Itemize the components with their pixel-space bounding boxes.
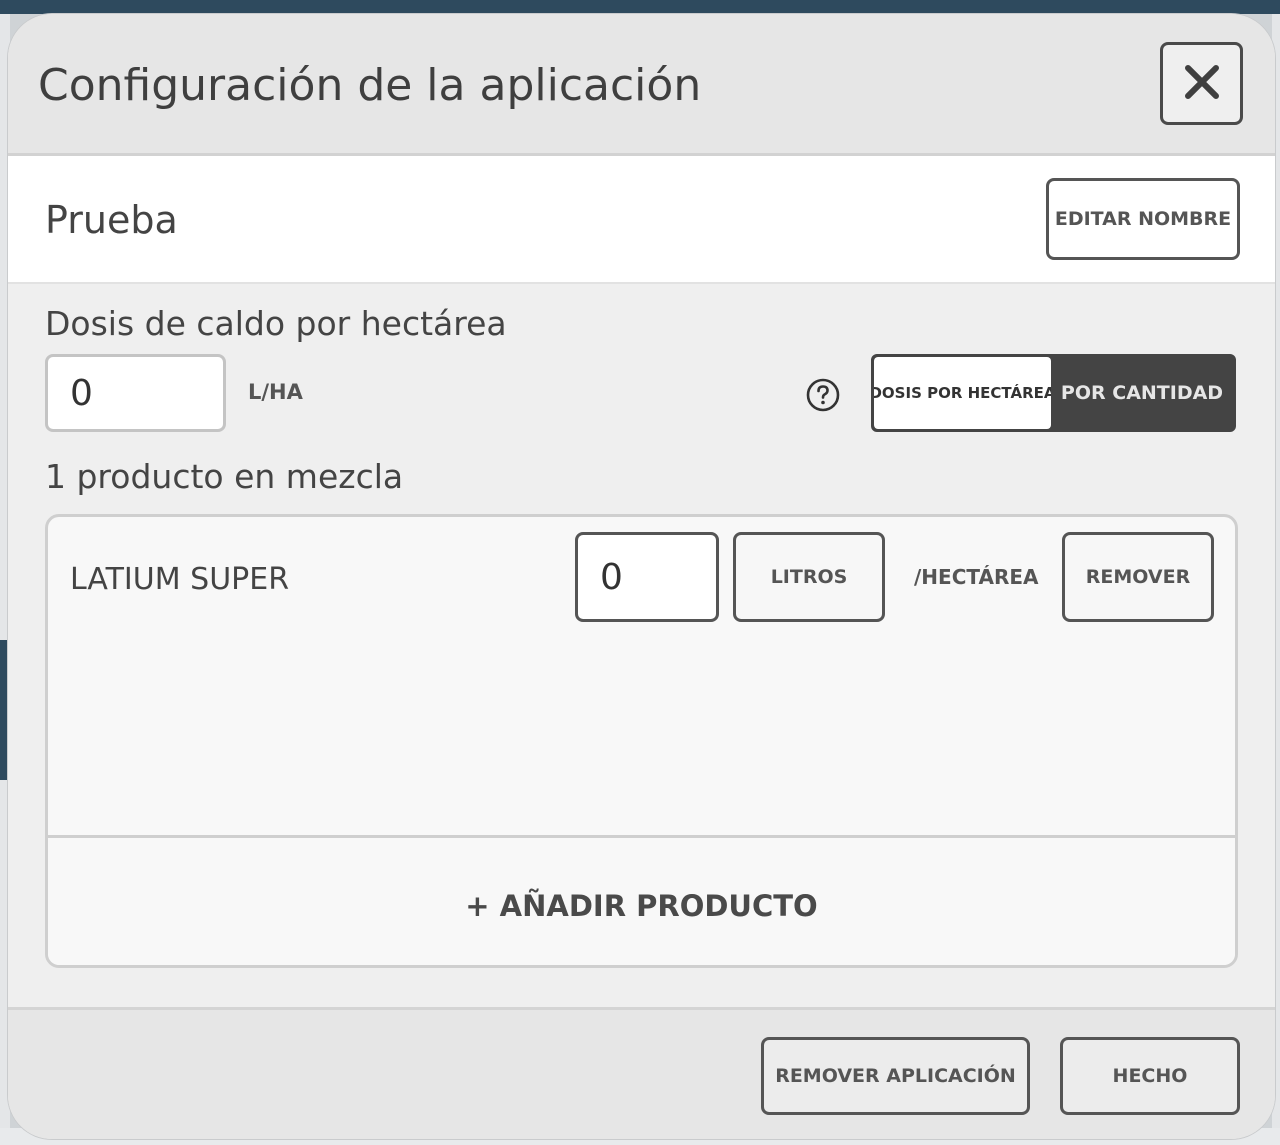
dose-label: Dosis de caldo por hectárea: [45, 304, 507, 343]
application-name-row: Prueba EDITAR NOMBRE: [8, 156, 1275, 284]
background-app-topbar: [0, 0, 1280, 14]
remove-product-button[interactable]: REMOVER: [1062, 532, 1214, 622]
remove-application-button[interactable]: REMOVER APLICACIÓN: [761, 1037, 1030, 1115]
toggle-option-dose-per-hectare[interactable]: DOSIS POR HECTÁREA: [874, 357, 1056, 429]
product-name: LATIUM SUPER: [70, 562, 290, 597]
application-name: Prueba: [45, 198, 178, 242]
modal-title: Configuración de la aplicación: [38, 60, 702, 111]
product-mix-panel: LATIUM SUPER 0 LITROS /HECTÁREA REMOVER …: [45, 514, 1238, 968]
dose-mode-toggle: DOSIS POR HECTÁREA POR CANTIDAD: [871, 354, 1236, 432]
add-product-button[interactable]: + AÑADIR PRODUCTO: [48, 835, 1235, 965]
edit-name-button[interactable]: EDITAR NOMBRE: [1046, 178, 1240, 260]
close-button[interactable]: [1160, 42, 1243, 125]
application-settings-modal: Configuración de la aplicación Prueba ED…: [8, 14, 1275, 1139]
toggle-option-by-quantity[interactable]: POR CANTIDAD: [1051, 357, 1233, 429]
close-icon: [1184, 64, 1220, 104]
modal-footer: REMOVER APLICACIÓN HECHO: [8, 1007, 1275, 1139]
dose-input[interactable]: 0: [45, 354, 226, 432]
product-per-unit-label: /HECTÁREA: [914, 565, 1039, 589]
product-quantity-input[interactable]: 0: [575, 532, 719, 622]
dose-unit: L/HA: [248, 380, 303, 404]
help-circle-icon[interactable]: [805, 377, 841, 413]
done-button[interactable]: HECHO: [1060, 1037, 1240, 1115]
add-product-label: + AÑADIR PRODUCTO: [465, 889, 818, 923]
product-unit-button[interactable]: LITROS: [733, 532, 885, 622]
mix-count-label: 1 producto en mezcla: [45, 457, 404, 496]
background-app-sidebar-accent: [0, 640, 8, 780]
modal-header: Configuración de la aplicación: [8, 14, 1275, 156]
